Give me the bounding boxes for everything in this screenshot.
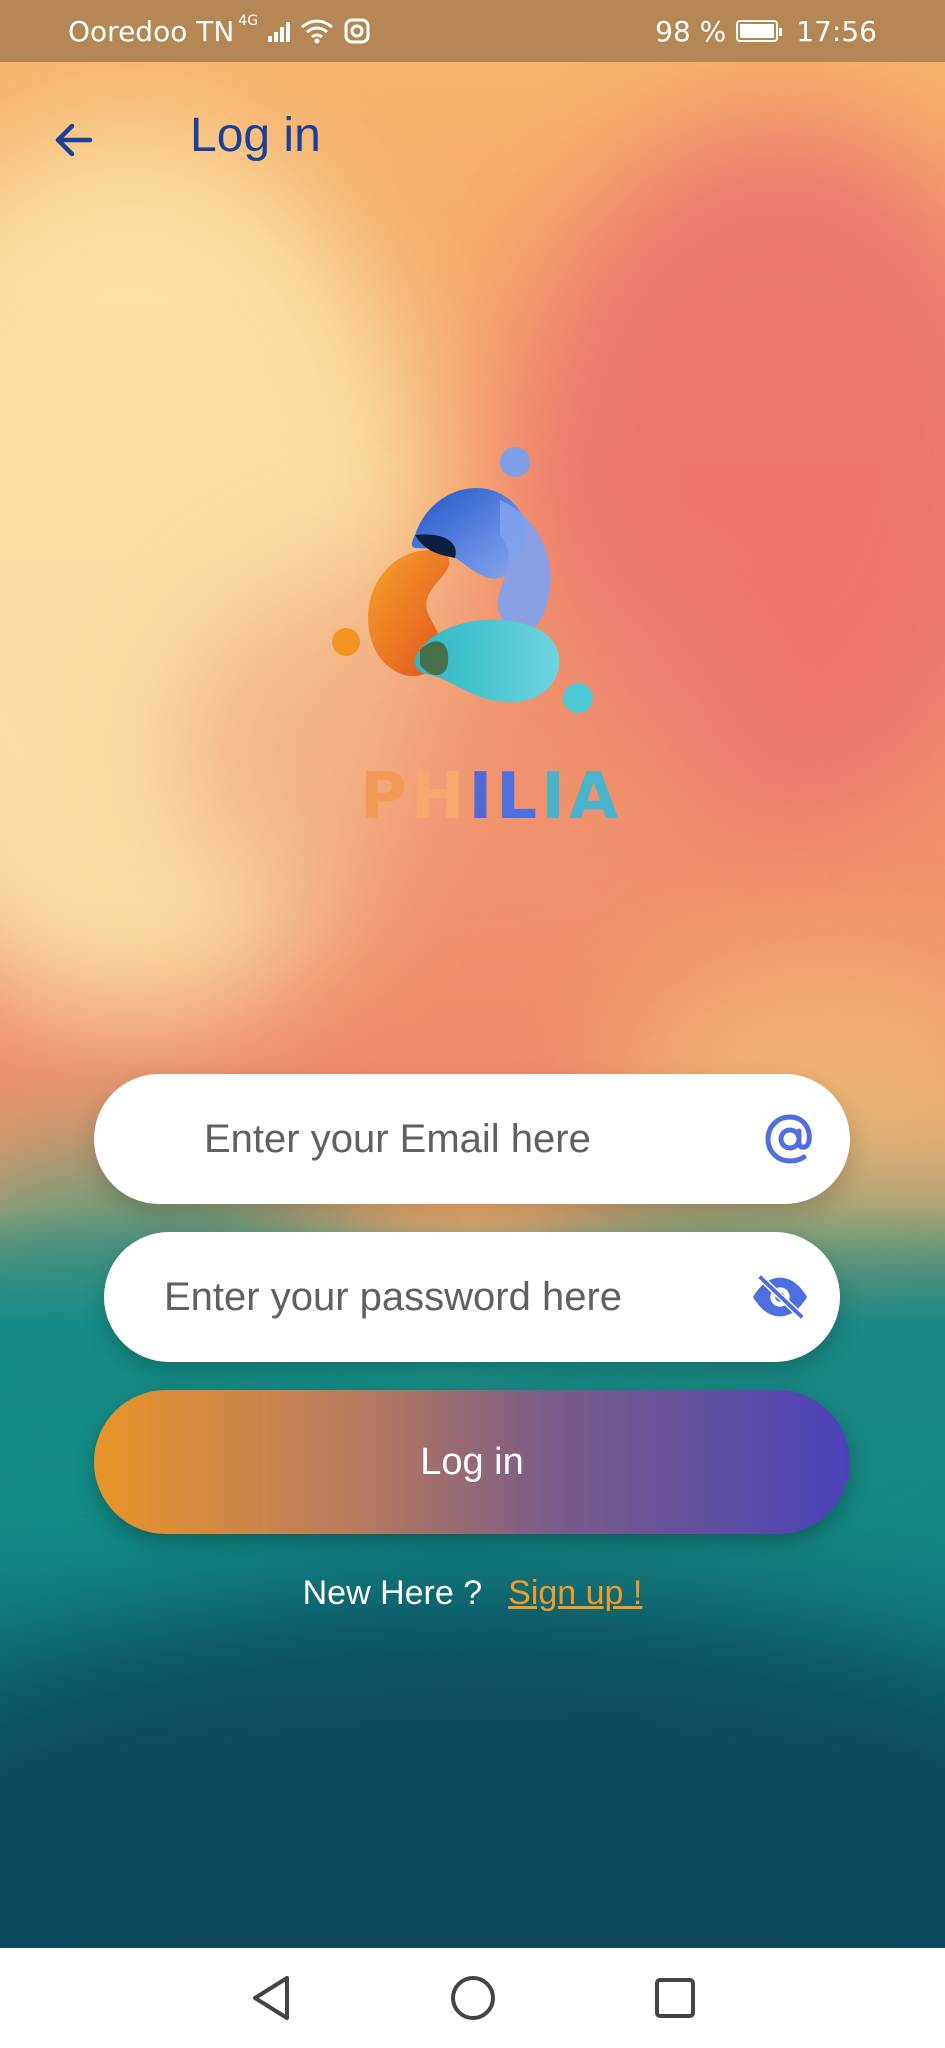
password-field [104,1232,840,1362]
status-bar: Ooredoo TN 4G 98 % 17:56 [0,0,945,62]
signal-icon [268,20,291,42]
back-button[interactable] [42,108,106,172]
signup-prompt: New Here ? [302,1574,483,1612]
signup-row: New Here ? Sign up ! [0,1574,945,1613]
wifi-icon [301,19,333,44]
triangle-back-icon [252,1976,289,2020]
instagram-icon [344,18,370,44]
nav-recents-button[interactable] [645,1968,705,2028]
system-nav-bar [0,1948,945,2048]
nav-home-button[interactable] [443,1968,503,2028]
signup-link[interactable]: Sign up ! [508,1574,642,1612]
arrow-left-icon [55,123,93,157]
clock: 17:56 [796,14,877,48]
app-bar: Log in [0,90,945,190]
email-input[interactable] [94,1074,850,1204]
carrier-name: Ooredoo TN [68,14,235,48]
philia-logo-mark [320,440,620,740]
nav-back-button[interactable] [241,1968,301,2028]
password-input[interactable] [104,1232,840,1362]
battery-percent: 98 % [655,14,727,48]
page-title: Log in [190,109,321,162]
at-sign-icon [760,1109,820,1169]
circle-home-icon [450,1976,495,2020]
background [0,0,945,1948]
email-field [94,1074,850,1204]
battery-icon [736,20,783,42]
network-type: 4G [238,13,259,29]
eye-off-icon[interactable] [750,1267,810,1327]
square-recents-icon [654,1978,695,2018]
login-button[interactable]: Log in [94,1390,850,1534]
brand-wordmark: PHILIA [360,760,623,834]
